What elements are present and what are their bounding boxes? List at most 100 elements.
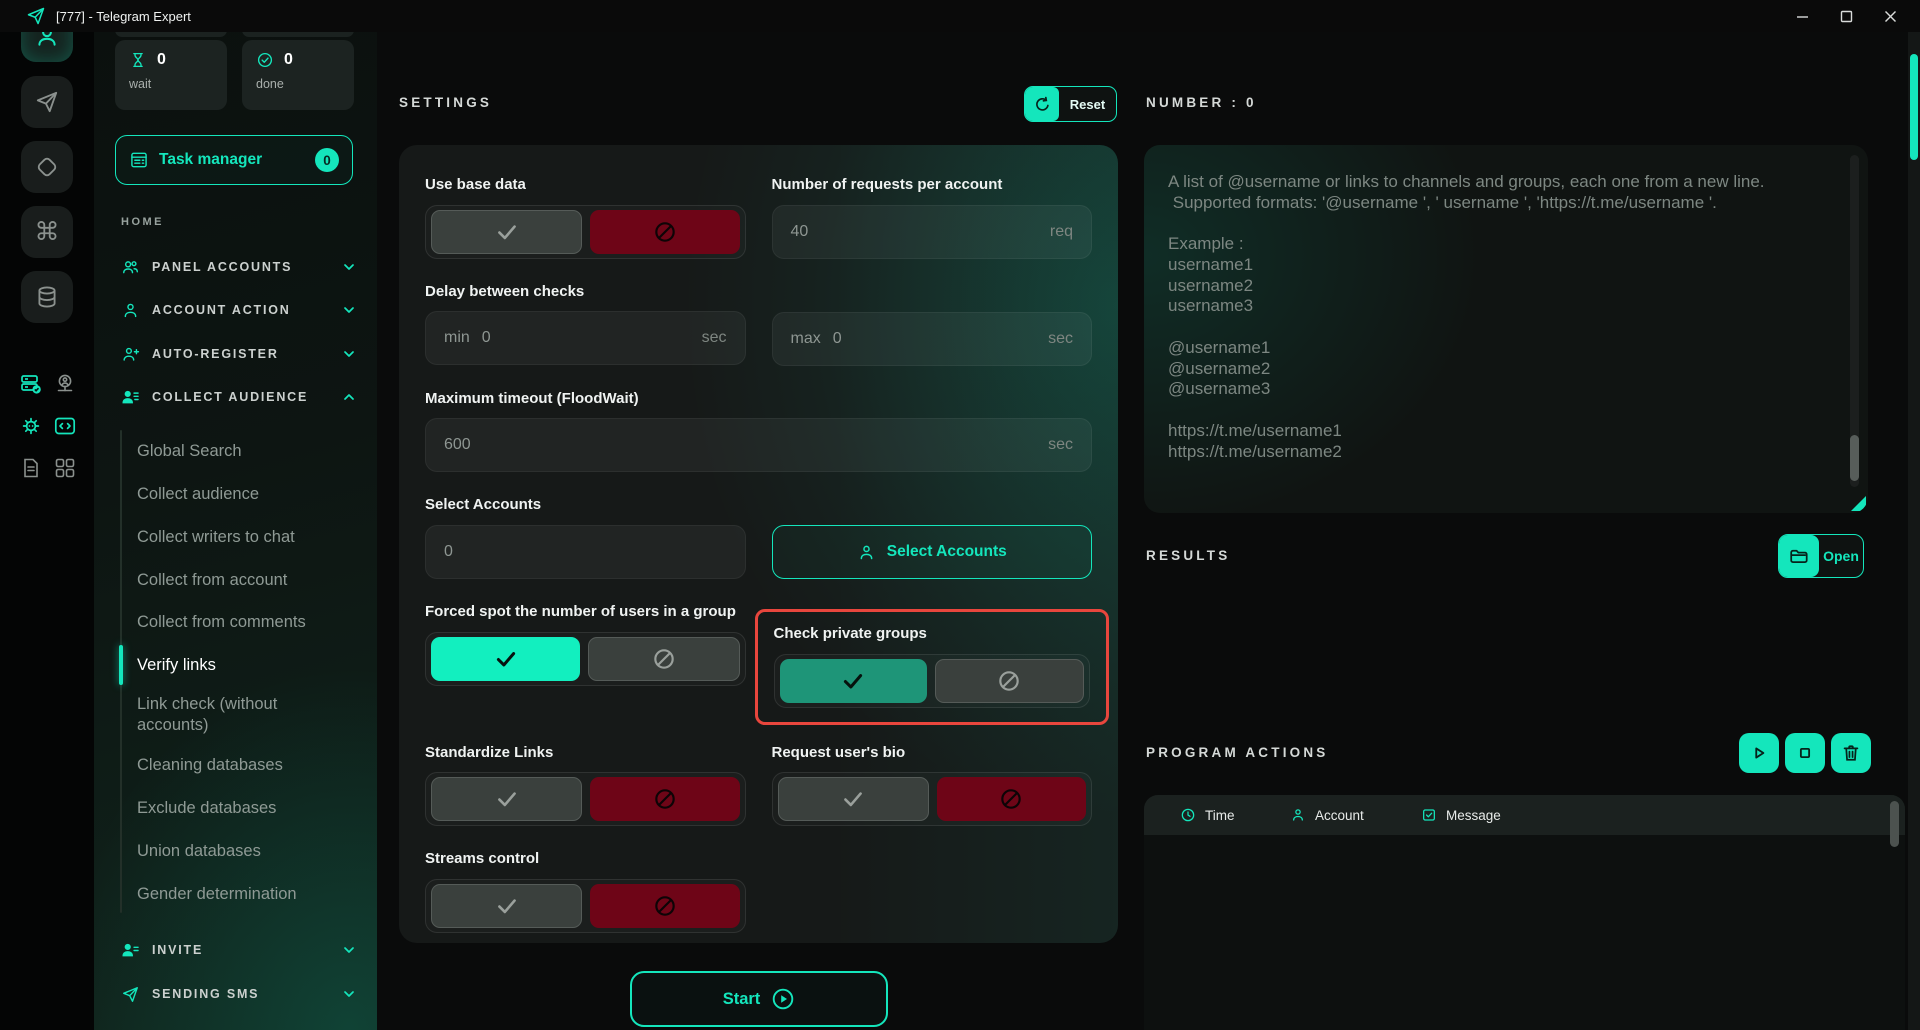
timeout-input[interactable]: 600 sec bbox=[425, 418, 1092, 472]
sidebar-item-global-search[interactable]: Global Search bbox=[137, 430, 352, 472]
sidebar-item-label: PANEL ACCOUNTS bbox=[152, 260, 292, 274]
field-label: Streams control bbox=[425, 849, 746, 869]
table-header-time: Time bbox=[1180, 807, 1290, 823]
open-results-button[interactable]: Open bbox=[1778, 534, 1864, 578]
requests-input[interactable]: 40 req bbox=[772, 205, 1093, 259]
sidebar-item-label: AUTO-REGISTER bbox=[152, 347, 279, 361]
sidebar-item-auto-register[interactable]: AUTO-REGISTER bbox=[94, 334, 377, 374]
sidebar-item-verify-links[interactable]: Verify links bbox=[137, 644, 352, 686]
minimize-button[interactable] bbox=[1780, 0, 1824, 32]
input-value: 0 bbox=[833, 330, 842, 348]
play-icon bbox=[1748, 742, 1770, 764]
program-actions-table: Time Account Message bbox=[1144, 795, 1905, 1030]
sidebar-item-link-check[interactable]: Link check (without accounts) bbox=[137, 686, 352, 744]
select-accounts-button[interactable]: Select Accounts bbox=[772, 525, 1093, 579]
sidebar-item-collect-audience[interactable]: COLLECT AUDIENCE bbox=[94, 377, 377, 417]
yes-option[interactable] bbox=[431, 777, 582, 821]
database-rail-button[interactable] bbox=[21, 271, 73, 323]
program-actions-title: PROGRAM ACTIONS bbox=[1146, 745, 1329, 760]
delete-button[interactable] bbox=[1831, 733, 1871, 773]
sidebar-item-account-action[interactable]: ACCOUNT ACTION bbox=[94, 290, 377, 330]
forced-spot-field: Forced spot the number of users in a gro… bbox=[425, 602, 746, 686]
check-icon bbox=[494, 219, 520, 245]
start-button[interactable]: Start bbox=[630, 971, 888, 1027]
yes-option[interactable] bbox=[431, 884, 582, 928]
grid-squares-icon[interactable] bbox=[53, 456, 77, 480]
sidebar-item-collect-writers[interactable]: Collect writers to chat bbox=[137, 516, 352, 558]
paper-plane-icon bbox=[34, 89, 60, 115]
favorites-rail-button[interactable] bbox=[21, 141, 73, 193]
close-button[interactable] bbox=[1868, 0, 1912, 32]
stop-button[interactable] bbox=[1785, 733, 1825, 773]
sidebar-item-sending-sms[interactable]: SENDING SMS bbox=[94, 974, 377, 1014]
icon-rail: ⌘ bbox=[0, 0, 94, 1030]
sidebar-item-invite[interactable]: INVITE bbox=[94, 930, 377, 970]
select-accounts-count-input[interactable]: 0 bbox=[425, 525, 746, 579]
maximize-button[interactable] bbox=[1824, 0, 1868, 32]
sidebar-item-cleaning-databases[interactable]: Cleaning databases bbox=[137, 744, 352, 786]
delay-max-input[interactable]: max 0 sec bbox=[772, 312, 1093, 366]
task-manager-badge: 0 bbox=[315, 148, 339, 172]
sidebar-item-collect-audience-sub[interactable]: Collect audience bbox=[137, 473, 352, 515]
no-option[interactable] bbox=[588, 637, 739, 681]
active-item-indicator bbox=[119, 645, 123, 685]
block-icon bbox=[998, 786, 1024, 812]
trash-icon bbox=[1840, 742, 1862, 764]
window-scrollbar-track[interactable] bbox=[1908, 32, 1920, 1030]
no-option[interactable] bbox=[590, 777, 739, 821]
sidebar-item-label: ACCOUNT ACTION bbox=[152, 303, 291, 317]
sidebar-item-union-databases[interactable]: Union databases bbox=[137, 830, 352, 872]
no-option[interactable] bbox=[935, 659, 1084, 703]
yes-option[interactable] bbox=[431, 210, 582, 254]
streams-control-field: Streams control bbox=[425, 849, 746, 933]
document-list-icon[interactable] bbox=[19, 456, 43, 480]
textarea-scrollbar-thumb[interactable] bbox=[1850, 435, 1859, 481]
yes-option[interactable] bbox=[431, 637, 580, 681]
play-button[interactable] bbox=[1739, 733, 1779, 773]
sidebar-item-panel-accounts[interactable]: PANEL ACCOUNTS bbox=[94, 247, 377, 287]
yes-option[interactable] bbox=[780, 659, 927, 703]
input-value: 0 bbox=[482, 329, 491, 347]
account-station-icon[interactable] bbox=[53, 372, 77, 396]
sidebar-item-exclude-databases[interactable]: Exclude databases bbox=[137, 787, 352, 829]
input-value: 600 bbox=[444, 436, 471, 454]
table-scrollbar-thumb[interactable] bbox=[1890, 801, 1899, 847]
highlight-box: Check private groups bbox=[755, 609, 1110, 725]
timeout-field: Maximum timeout (FloodWait) 600 sec bbox=[425, 389, 1092, 473]
window-scrollbar-thumb[interactable] bbox=[1910, 54, 1918, 160]
send-rail-button[interactable] bbox=[21, 76, 73, 128]
standardize-links-toggle bbox=[425, 772, 746, 826]
mail-check-icon bbox=[1421, 807, 1437, 823]
task-manager-button[interactable]: Task manager 0 bbox=[115, 135, 353, 185]
wait-count: 0 bbox=[157, 51, 166, 69]
no-option[interactable] bbox=[590, 210, 739, 254]
select-accounts-count-field: Select Accounts 0 bbox=[425, 495, 746, 579]
invite-person-icon bbox=[121, 941, 140, 960]
sidebar-item-collect-from-comments[interactable]: Collect from comments bbox=[137, 601, 352, 643]
sidebar-item-gender-determination[interactable]: Gender determination bbox=[137, 873, 352, 915]
server-check-icon[interactable] bbox=[19, 372, 43, 396]
diamond-icon bbox=[34, 154, 60, 180]
people-icon bbox=[121, 258, 140, 277]
reset-button[interactable]: Reset bbox=[1024, 86, 1117, 122]
settings-title: SETTINGS bbox=[399, 95, 492, 110]
sidebar-item-collect-from-account[interactable]: Collect from account bbox=[137, 559, 352, 601]
delay-min-input[interactable]: min 0 sec bbox=[425, 311, 746, 365]
input-suffix: sec bbox=[1048, 330, 1073, 348]
code-window-icon[interactable] bbox=[53, 414, 77, 438]
check-circle-icon bbox=[256, 51, 274, 69]
no-option[interactable] bbox=[590, 884, 739, 928]
paper-plane-icon bbox=[121, 985, 140, 1004]
block-icon bbox=[996, 668, 1022, 694]
field-label: Maximum timeout (FloodWait) bbox=[425, 389, 1092, 409]
yes-option[interactable] bbox=[778, 777, 929, 821]
field-label: Forced spot the number of users in a gro… bbox=[425, 602, 746, 622]
no-option[interactable] bbox=[937, 777, 1086, 821]
command-rail-button[interactable]: ⌘ bbox=[21, 206, 73, 258]
person-list-icon bbox=[121, 388, 140, 407]
use-base-data-toggle bbox=[425, 205, 746, 259]
wait-label: wait bbox=[129, 77, 213, 91]
links-textarea[interactable] bbox=[1144, 145, 1868, 513]
bot-gear-icon[interactable] bbox=[19, 414, 43, 438]
start-label: Start bbox=[723, 990, 761, 1009]
